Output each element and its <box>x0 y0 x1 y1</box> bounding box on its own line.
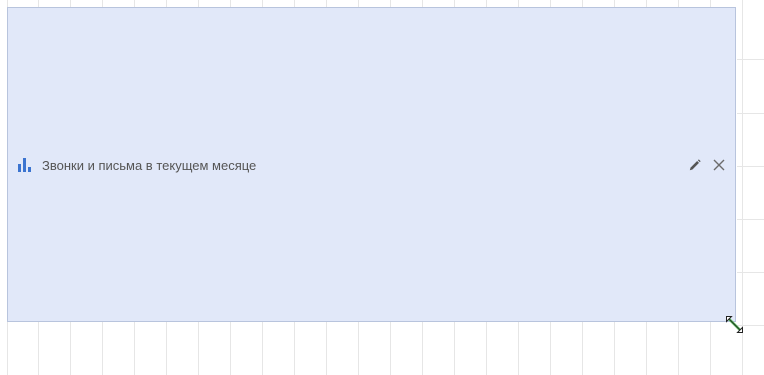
grid-line <box>737 219 764 220</box>
grid-line <box>737 59 764 60</box>
grid-line <box>737 166 764 167</box>
grid-line <box>737 113 764 114</box>
pencil-icon[interactable] <box>687 158 702 173</box>
dashboard-canvas: Звонки и письма в текущем месяце <box>0 0 764 375</box>
dashboard-widget[interactable]: Звонки и письма в текущем месяце <box>7 7 736 322</box>
widget-header: Звонки и письма в текущем месяце <box>8 156 735 176</box>
bar-chart-icon <box>18 158 31 172</box>
widget-title: Звонки и письма в текущем месяце <box>42 158 257 173</box>
close-icon[interactable] <box>712 158 726 172</box>
resize-diagonal-icon[interactable] <box>722 312 746 336</box>
grid-line <box>737 272 764 273</box>
